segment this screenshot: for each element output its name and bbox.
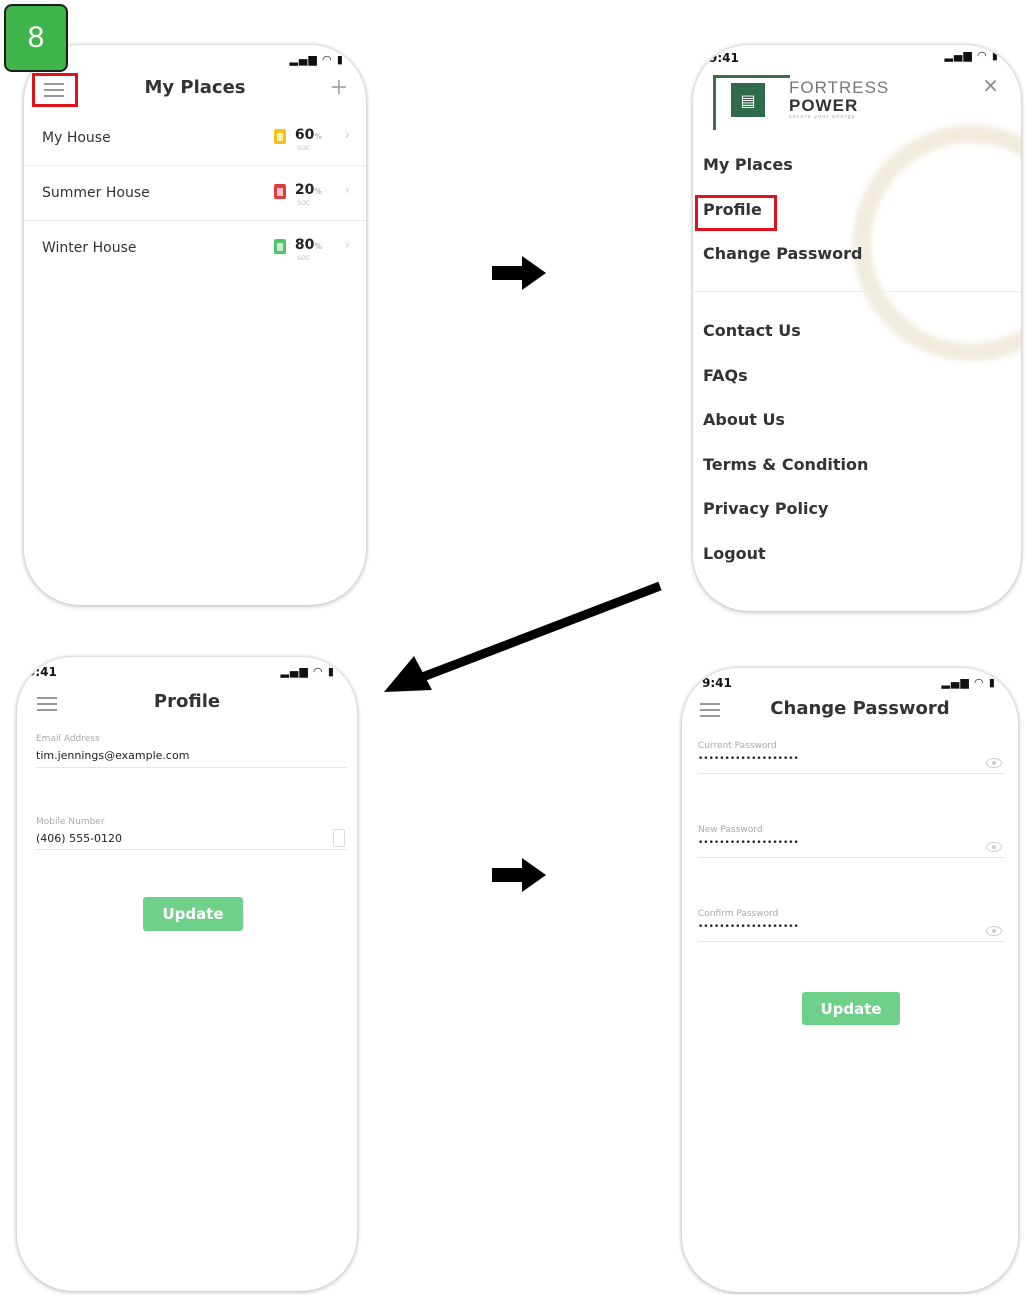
battery-logo-icon: ▤ (731, 83, 765, 117)
show-password-eye-icon[interactable] (986, 842, 1002, 852)
place-row[interactable]: My House 60% SOC › (24, 111, 366, 166)
email-field[interactable]: tim.jennings@example.com (36, 749, 189, 762)
signal-wifi-battery-icon: ▂▄▆ ◠ ▮ (289, 53, 344, 66)
new-password-label: New Password (698, 825, 763, 835)
profile-highlight-box (695, 195, 777, 231)
show-password-eye-icon[interactable] (986, 926, 1002, 936)
menu-item-change-password[interactable]: Change Password (703, 244, 862, 263)
signal-wifi-battery-icon: ▂▄▆ ◠ ▮ (944, 49, 999, 62)
soc-value: 20% (294, 182, 322, 198)
page-title: Change Password (770, 698, 950, 719)
new-password-underline (698, 857, 1004, 858)
menu-item-privacy-policy[interactable]: Privacy Policy (703, 499, 828, 518)
page-title: Profile (153, 691, 221, 712)
mobile-underline (36, 849, 347, 850)
current-password-underline (698, 773, 1004, 774)
status-bar: ▂▄▆ ◠ ▮ (24, 45, 366, 75)
soc-label: SOC (297, 200, 310, 207)
signal-wifi-battery-icon: ▂▄▆ ◠ ▮ (941, 676, 996, 689)
menu-item-terms[interactable]: Terms & Condition (703, 455, 868, 474)
status-bar: 9:41 ▂▄▆ ◠ ▮ (17, 657, 357, 687)
email-underline (36, 767, 347, 768)
profile-screen: 9:41 ▂▄▆ ◠ ▮ Profile Email Address tim.j… (17, 657, 357, 1291)
battery-icon (274, 239, 286, 254)
mobile-field[interactable]: (406) 555-0120 (36, 832, 122, 845)
place-name: Winter House (42, 240, 137, 256)
arrow-down-left-icon (384, 581, 662, 692)
status-bar: 9:41 ▂▄▆ ◠ ▮ (682, 668, 1018, 698)
show-password-eye-icon[interactable] (986, 758, 1002, 768)
menu-item-contact-us[interactable]: Contact Us (703, 321, 801, 340)
status-time: 9:41 (702, 676, 732, 690)
change-password-screen: 9:41 ▂▄▆ ◠ ▮ Change Password Current Pas… (682, 668, 1018, 1292)
menu-item-my-places[interactable]: My Places (703, 155, 793, 174)
status-time: 9:41 (27, 665, 57, 679)
chevron-right-icon: › (344, 128, 350, 143)
menu-item-faqs[interactable]: FAQs (703, 366, 748, 385)
menu-item-about-us[interactable]: About Us (703, 410, 785, 429)
current-password-label: Current Password (698, 741, 777, 751)
soc-label: SOC (297, 145, 310, 152)
menu-divider (693, 291, 1021, 292)
blurred-background (853, 125, 1021, 361)
chevron-right-icon: › (344, 183, 350, 198)
confirm-password-field[interactable]: ••••••••••••••••••• (698, 922, 799, 932)
phone-icon (333, 829, 345, 847)
signal-wifi-battery-icon: ▂▄▆ ◠ ▮ (280, 665, 335, 678)
soc-value: 80% (294, 237, 322, 253)
mobile-label: Mobile Number (36, 817, 105, 827)
update-button[interactable]: Update (802, 992, 900, 1025)
battery-icon (274, 184, 286, 199)
status-time: 9:41 (709, 51, 739, 65)
email-label: Email Address (36, 734, 100, 744)
arrow-right-icon (492, 256, 546, 290)
add-place-button[interactable]: + (330, 75, 348, 100)
side-menu-screen: 9:41 ▂▄▆ ◠ ▮ ▤ FORTRESS POWER secure you… (693, 45, 1021, 611)
place-name: Summer House (42, 185, 150, 201)
place-row[interactable]: Winter House 80% SOC › (24, 221, 366, 275)
close-icon[interactable]: × (982, 73, 999, 97)
confirm-password-underline (698, 941, 1004, 942)
chevron-right-icon: › (344, 238, 350, 253)
step-badge: 8 (4, 4, 68, 72)
my-places-screen: ▂▄▆ ◠ ▮ My Places + My House 60% SOC › S… (24, 45, 366, 605)
confirm-password-label: Confirm Password (698, 909, 779, 919)
page-title: My Places (144, 77, 246, 98)
fortress-power-logo: ▤ FORTRESS POWER secure your energy (713, 69, 903, 130)
soc-label: SOC (297, 255, 310, 262)
arrow-right-icon (492, 858, 546, 892)
update-button[interactable]: Update (143, 897, 243, 931)
menu-item-logout[interactable]: Logout (703, 544, 766, 563)
new-password-field[interactable]: ••••••••••••••••••• (698, 838, 799, 848)
soc-value: 60% (294, 127, 322, 143)
battery-icon (274, 129, 286, 144)
place-name: My House (42, 130, 111, 146)
current-password-field[interactable]: ••••••••••••••••••• (698, 754, 799, 764)
place-row[interactable]: Summer House 20% SOC › (24, 166, 366, 221)
